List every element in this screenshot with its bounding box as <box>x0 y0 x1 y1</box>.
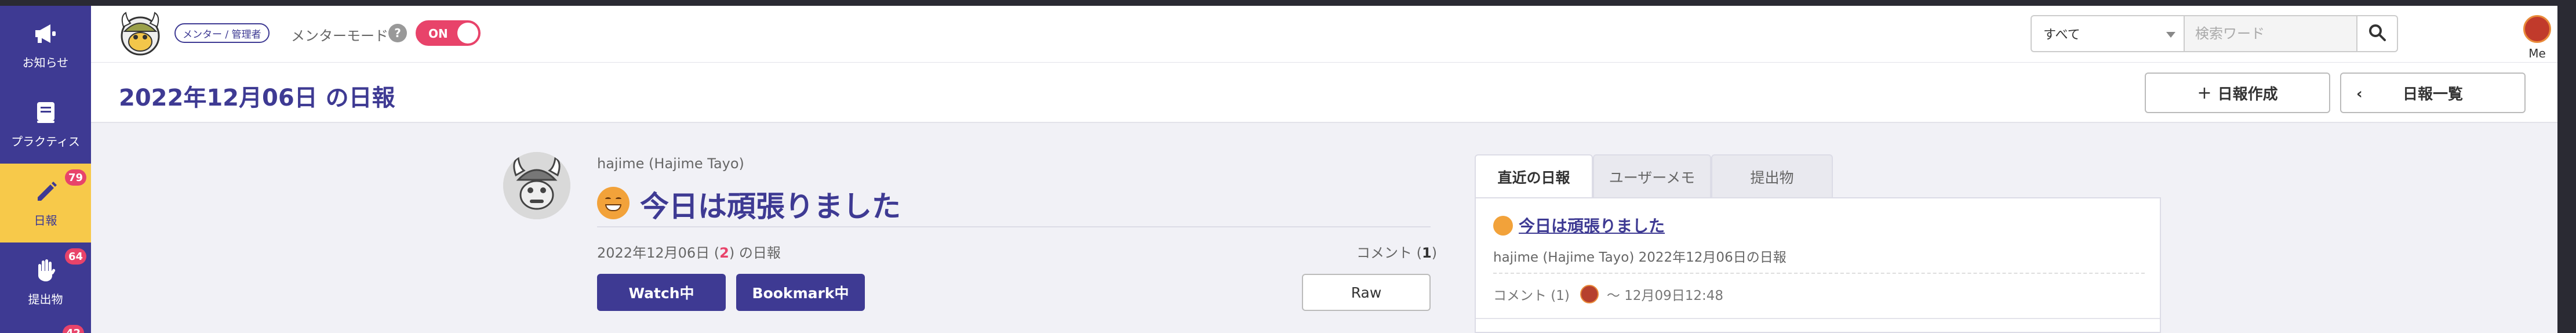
unread-badge: 42 <box>63 325 85 333</box>
book-icon <box>33 100 59 125</box>
search-icon <box>2368 23 2386 44</box>
unread-badge: 64 <box>64 248 86 265</box>
report-title: 今日は頑張りました <box>640 190 901 223</box>
help-icon[interactable]: ? <box>388 24 407 42</box>
chevron-left-icon: ‹ <box>2356 85 2363 103</box>
report-list-button[interactable]: ‹ 日報一覧 <box>2340 73 2526 113</box>
recent-reports-panel: 今日は頑張りました hajime (Hajime Tayo) 2022年12月0… <box>1475 197 2161 333</box>
recent-report-meta: hajime (Hajime Tayo) 2022年12月06日の日報 <box>1493 250 1787 265</box>
smile-emoji-icon <box>1493 216 1513 236</box>
avatar <box>2523 15 2551 43</box>
create-report-button[interactable]: + 日報作成 <box>2145 73 2330 113</box>
page-title: 2022年12月06日 の日報 <box>119 85 395 111</box>
report-date-prefix: 2022年12月06日 ( <box>597 245 720 261</box>
smile-emoji-icon <box>597 187 630 219</box>
user-menu[interactable]: Me <box>2514 9 2560 61</box>
mentor-mode-toggle[interactable]: ON <box>416 20 481 46</box>
sidebar-item-label: プラクティス <box>11 134 80 149</box>
sidebar-item-submissions[interactable]: 64 提出物 <box>0 242 91 321</box>
sidebar-item-label: 提出物 <box>28 292 63 306</box>
role-badge: メンター / 管理者 <box>174 23 270 43</box>
plus-icon: + <box>2197 82 2212 103</box>
toggle-state-label: ON <box>428 27 448 41</box>
unread-badge: 79 <box>64 169 86 186</box>
sidebar-item-practices[interactable]: プラクティス <box>0 85 91 164</box>
sidebar-item-reports[interactable]: 79 日報 <box>0 164 91 242</box>
sidebar: お知らせ プラクティス 79 日報 64 提出物 42 <box>0 6 91 333</box>
tab-recent-reports[interactable]: 直近の日報 <box>1475 154 1593 198</box>
megaphone-icon <box>33 21 59 46</box>
report-author[interactable]: hajime (Hajime Tayo) <box>597 155 744 172</box>
watch-button[interactable]: Watch中 <box>597 274 726 311</box>
tab-submissions[interactable]: 提出物 <box>1711 154 1833 198</box>
recent-report-link[interactable]: 今日は頑張りました <box>1519 213 1665 237</box>
recent-comment-label: コメント (1) <box>1493 288 1570 303</box>
search-button[interactable] <box>2356 15 2398 52</box>
divider <box>1493 273 2145 274</box>
viking-logo-icon[interactable] <box>118 10 163 57</box>
pencil-icon <box>33 179 59 204</box>
toggle-knob <box>457 23 478 44</box>
search-input[interactable] <box>2184 15 2356 52</box>
window-edge <box>2557 6 2576 333</box>
report-list-label: 日報一覧 <box>2402 85 2463 103</box>
hand-icon <box>33 258 59 283</box>
comment-count-prefix: コメント ( <box>1356 245 1422 261</box>
sidebar-item-label: お知らせ <box>22 55 69 70</box>
mentor-mode-label: メンターモード <box>291 28 388 44</box>
recent-report-comments: コメント (1) 〜 12月09日12:48 <box>1493 284 1723 304</box>
search-scope-value: すべて <box>2043 28 2080 42</box>
page-header: 2022年12月06日 の日報 + 日報作成 ‹ 日報一覧 <box>91 63 2576 123</box>
divider <box>597 226 1431 227</box>
report-date-num: 2 <box>719 245 729 261</box>
comment-count-suffix: ) <box>1431 245 1438 261</box>
sidebar-item-label: 日報 <box>34 213 57 227</box>
window-top-strip <box>0 0 2576 6</box>
search-scope-select[interactable]: すべて <box>2031 15 2184 52</box>
avatar <box>1580 285 1599 303</box>
partial-badge-wrapper: 42 <box>63 325 85 333</box>
comment-count[interactable]: コメント (1) <box>1356 241 1437 262</box>
comment-count-value: 1 <box>1422 245 1432 261</box>
recent-comment-time: 〜 12月09日12:48 <box>1606 288 1724 303</box>
raw-button[interactable]: Raw <box>1302 274 1431 311</box>
side-tabs: 直近の日報 ユーザーメモ 提出物 <box>1475 154 1833 198</box>
bookmark-button[interactable]: Bookmark中 <box>736 274 865 311</box>
user-menu-label: Me <box>2528 46 2546 60</box>
report-date-suffix: ) の日報 <box>729 245 781 261</box>
global-header: メンター / 管理者 メンターモード ? ON すべて Me 通知 <box>91 6 2576 63</box>
author-avatar[interactable] <box>503 152 570 219</box>
tab-user-memo[interactable]: ユーザーメモ <box>1593 154 1711 198</box>
create-report-label: 日報作成 <box>2217 85 2278 103</box>
divider <box>1476 318 2160 319</box>
report-date: 2022年12月06日 (2) の日報 <box>597 241 781 262</box>
sidebar-item-announcements[interactable]: お知らせ <box>0 6 91 85</box>
caret-down-icon <box>2166 32 2175 38</box>
